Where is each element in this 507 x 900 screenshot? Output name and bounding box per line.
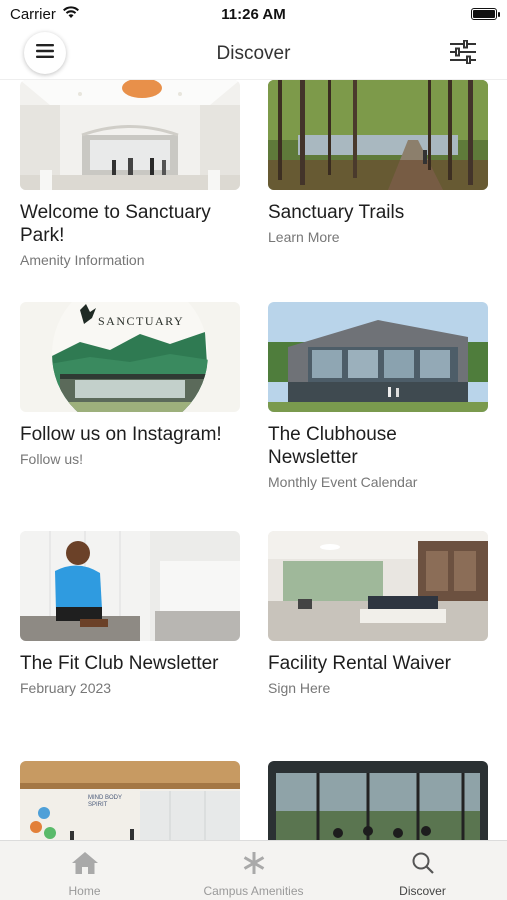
card-welcome[interactable]: Welcome to Sanctuary Park! Amenity Infor… [20, 80, 240, 268]
card-subtitle: Amenity Information [20, 252, 145, 268]
card-subtitle: Monthly Event Calendar [268, 474, 418, 490]
card-studio[interactable]: MIND BODY SPIRIT [20, 761, 240, 840]
card-subtitle: Sign Here [268, 680, 331, 696]
tab-home[interactable]: Home [0, 841, 169, 900]
sliders-icon [449, 39, 477, 69]
tab-campus-amenities[interactable]: Campus Amenities [169, 841, 338, 900]
card-image-clubhouse [268, 302, 488, 412]
card-title: Follow us on Instagram! [20, 424, 222, 445]
battery-icon [471, 8, 500, 20]
card-image-sanctuary-logo: SANCTUARY [20, 302, 240, 412]
card-subtitle: Learn More [268, 229, 340, 245]
card-image-event-room [268, 531, 488, 641]
card-title: Facility Rental Waiver [268, 653, 452, 674]
filter-button[interactable] [447, 38, 479, 70]
card-instagram[interactable]: SANCTUARY Follow us on Instagram! Follow… [20, 302, 240, 467]
discover-feed[interactable]: Welcome to Sanctuary Park! Amenity Infor… [0, 80, 507, 840]
card-image-yoga-studio: MIND BODY SPIRIT [20, 761, 240, 840]
card-title: The Clubhouse Newsletter [268, 424, 397, 468]
card-image-conference-room [268, 761, 488, 840]
tab-label: Campus Amenities [203, 884, 304, 898]
card-title: The Fit Club Newsletter [20, 653, 219, 674]
menu-button[interactable] [24, 32, 66, 74]
card-title: Welcome to Sanctuary Park! [20, 202, 211, 246]
nav-header: Discover [0, 28, 507, 80]
tab-discover[interactable]: Discover [338, 841, 507, 900]
tab-label: Discover [399, 884, 446, 898]
card-fit-club[interactable]: The Fit Club Newsletter February 2023 [20, 531, 240, 696]
page-title: Discover [216, 42, 291, 64]
tab-bar: Home Campus Amenities Discover [0, 840, 507, 900]
home-icon [71, 851, 99, 880]
wall-text: MIND BODY SPIRIT [88, 795, 122, 808]
card-title: Sanctuary Trails [268, 202, 405, 223]
card-trails[interactable]: Sanctuary Trails Learn More [268, 80, 488, 245]
card-image-lobby [20, 80, 240, 190]
asterisk-icon [242, 851, 266, 880]
status-bar: Carrier 11:26 AM [0, 0, 507, 28]
carrier-label: Carrier [10, 5, 56, 23]
search-icon [411, 851, 435, 880]
card-clubhouse[interactable]: The Clubhouse Newsletter Monthly Event C… [268, 302, 488, 490]
card-subtitle: February 2023 [20, 680, 112, 696]
wifi-icon [62, 5, 80, 23]
card-image-locker-room [20, 531, 240, 641]
hamburger-icon [36, 43, 54, 63]
brand-logo-text: SANCTUARY [98, 314, 185, 328]
card-subtitle: Follow us! [20, 451, 84, 467]
tab-label: Home [68, 884, 101, 898]
card-rental-waiver[interactable]: Facility Rental Waiver Sign Here [268, 531, 488, 696]
card-conference[interactable] [268, 761, 488, 840]
card-image-trail [268, 80, 488, 190]
